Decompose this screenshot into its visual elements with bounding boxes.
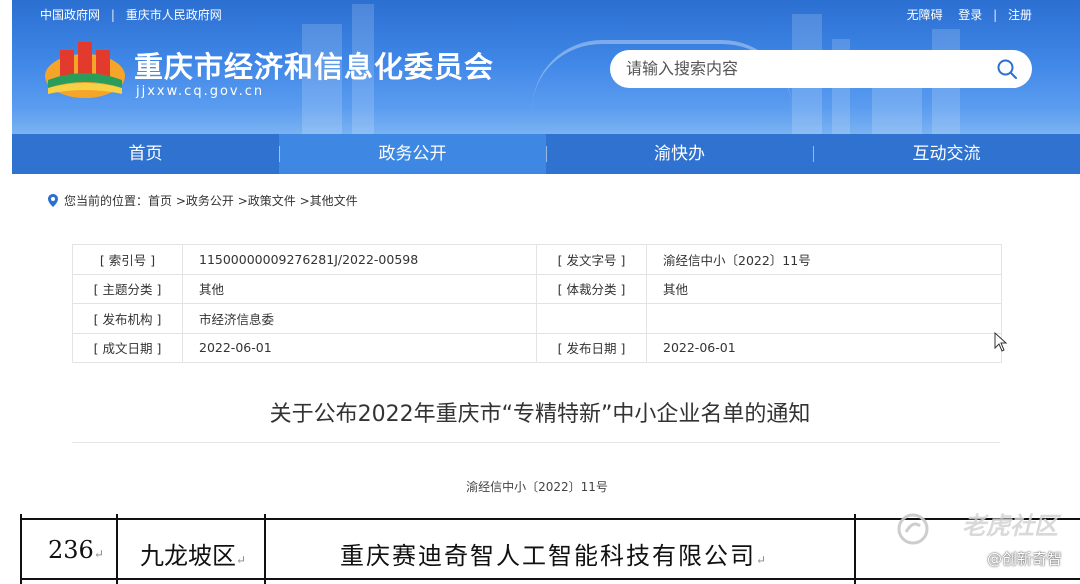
info-label: [ 体裁分类 ] xyxy=(536,273,647,304)
nav-item-interaction[interactable]: 互动交流 xyxy=(813,134,1080,174)
breadcrumb-path[interactable]: 首页 >政务公开 >政策文件 >其他文件 xyxy=(148,194,358,208)
return-mark: ↵ xyxy=(93,547,104,561)
register-link[interactable]: 注册 xyxy=(1008,6,1032,23)
breadcrumb-prefix: 您当前的位置： xyxy=(64,194,149,208)
table-rule xyxy=(20,578,1080,580)
nav-item-government-affairs[interactable]: 政务公开 xyxy=(279,134,546,174)
watermark-text: 老虎社区 xyxy=(962,512,1058,540)
search-input[interactable] xyxy=(626,59,986,78)
info-value: 其他 xyxy=(182,273,537,304)
table-row: 236↵ xyxy=(48,536,104,564)
table-rule xyxy=(854,514,856,584)
info-value: 其他 xyxy=(646,273,1002,304)
top-left-links: 中国政府网 | 重庆市人民政府网 xyxy=(40,6,222,23)
table-row: [ 发布机构 ] 市经济信息委 xyxy=(72,303,1002,334)
info-value xyxy=(646,303,1002,334)
info-value: 2022-06-01 xyxy=(182,332,537,363)
row-district-cell: 九龙坡区↵ xyxy=(140,536,246,571)
document-number: 渝经信中小〔2022〕11号 xyxy=(466,480,608,494)
table-rule xyxy=(20,514,22,584)
info-label: [ 发布机构 ] xyxy=(72,303,183,334)
info-value: 2022-06-01 xyxy=(646,332,1002,363)
info-label: [ 成文日期 ] xyxy=(72,332,183,363)
nav-item-home[interactable]: 首页 xyxy=(12,134,279,174)
info-label xyxy=(536,303,647,334)
return-mark: ↵ xyxy=(236,553,247,567)
info-value: 渝经信中小〔2022〕11号 xyxy=(646,244,1002,275)
info-label: [ 主题分类 ] xyxy=(72,273,183,304)
search-icon[interactable] xyxy=(996,58,1018,80)
page: 中国政府网 | 重庆市人民政府网 无障碍 登录 | 注册 重庆市经济和信息化委员… xyxy=(0,0,1080,584)
table-rule xyxy=(264,514,266,584)
link-cq-gov[interactable]: 重庆市人民政府网 xyxy=(126,6,222,23)
title-divider xyxy=(72,442,1000,443)
table-row: [ 索引号 ] 11500000009276281J/2022-00598 [ … xyxy=(72,244,1002,275)
info-label: [ 索引号 ] xyxy=(72,244,183,275)
table-row: [ 成文日期 ] 2022-06-01 [ 发布日期 ] 2022-06-01 xyxy=(72,332,1002,363)
row-index: 236 xyxy=(48,536,94,564)
row-district: 九龙坡区 xyxy=(140,542,236,570)
main-nav: 首页 政务公开 渝快办 互动交流 xyxy=(12,134,1080,174)
return-mark: ↵ xyxy=(756,553,769,567)
watermark: 老虎社区 @创新奇智 xyxy=(892,506,1062,576)
info-value: 市经济信息委 xyxy=(182,303,537,334)
watermark-logo-icon xyxy=(897,513,929,545)
info-value: 11500000009276281J/2022-00598 xyxy=(182,244,537,275)
table-rule xyxy=(116,514,118,584)
info-label: [ 发文字号 ] xyxy=(536,244,647,275)
watermark-handle: @创新奇智 xyxy=(986,550,1062,568)
search-box[interactable] xyxy=(610,50,1032,88)
top-right-links: 无障碍 登录 | 注册 xyxy=(906,6,1032,23)
nav-item-yukuaiban[interactable]: 渝快办 xyxy=(546,134,813,174)
site-domain: jjxxw.cq.gov.cn xyxy=(136,84,265,99)
mouse-cursor-icon xyxy=(994,332,1008,352)
accessibility-link[interactable]: 无障碍 xyxy=(907,6,943,23)
site-logo-icon[interactable] xyxy=(42,36,128,100)
breadcrumb: 您当前的位置：首页 >政务公开 >政策文件 >其他文件 xyxy=(48,192,358,209)
document-title: 关于公布2022年重庆市“专精特新”中小企业名单的通知 xyxy=(269,402,811,427)
login-link[interactable]: 登录 xyxy=(958,6,982,23)
row-company: 重庆赛迪奇智人工智能科技有限公司 xyxy=(340,542,756,570)
location-pin-icon xyxy=(48,194,58,207)
site-header: 中国政府网 | 重庆市人民政府网 无障碍 登录 | 注册 重庆市经济和信息化委员… xyxy=(12,0,1080,134)
document-info-table: [ 索引号 ] 11500000009276281J/2022-00598 [ … xyxy=(72,244,1002,363)
info-label: [ 发布日期 ] xyxy=(536,332,647,363)
table-row: [ 主题分类 ] 其他 [ 体裁分类 ] 其他 xyxy=(72,273,1002,304)
site-title[interactable]: 重庆市经济和信息化委员会 xyxy=(134,44,494,86)
row-company-cell: 重庆赛迪奇智人工智能科技有限公司↵ xyxy=(340,536,768,571)
link-gov-cn[interactable]: 中国政府网 xyxy=(40,6,100,23)
